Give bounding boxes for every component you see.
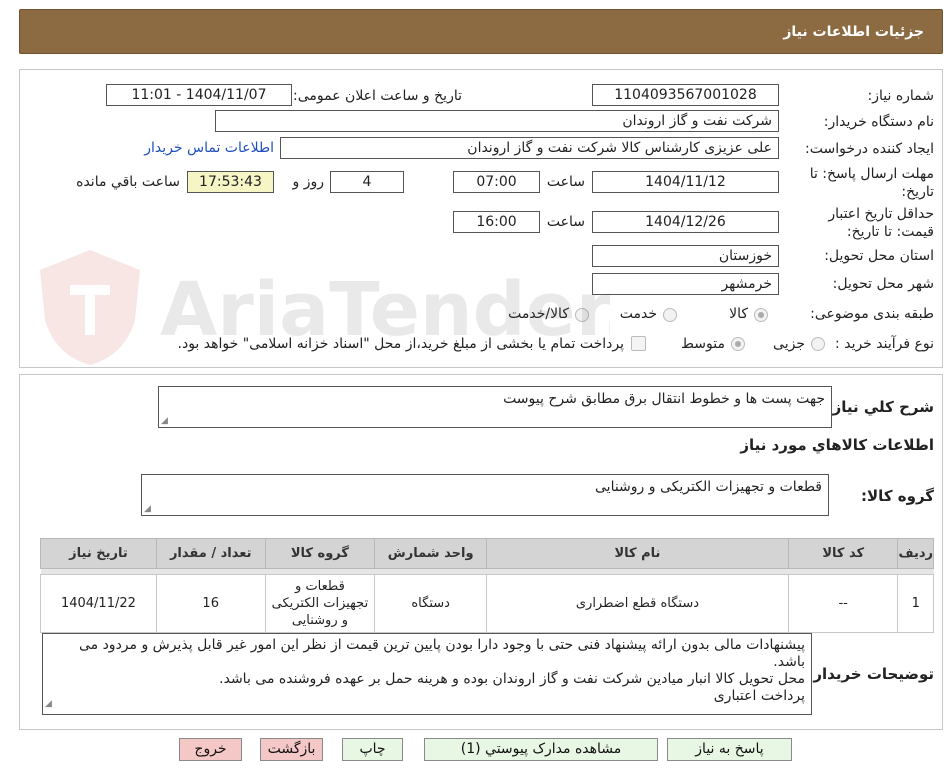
validity-time-label: ساعت [546,214,585,230]
buyer-notes-label: توضيحات خريدار: [807,665,934,683]
deadline-label-date: تاریخ: [901,184,934,200]
province-field: خوزستان [592,245,779,267]
requester-label: ایجاد کننده درخواست: [805,141,934,157]
deadline-time-field: 07:00 [453,171,540,193]
remaining-days-field: 4 [330,171,404,193]
view-attachments-button[interactable]: مشاهده مدارک پيوستي (1) [424,738,658,761]
col-header-quantity: تعداد / مقدار [155,538,266,569]
page-header: جزئیات اطلاعات نیاز [19,9,943,54]
deadline-label: مهلت ارسال پاسخ: تا [809,166,934,182]
reply-to-need-button[interactable]: پاسخ به نياز [667,738,792,761]
category-label: طبقه بندی موضوعی: [810,306,934,322]
col-header-goods-group: گروه کالا [264,538,376,569]
buyer-org-field: شرکت نفت و گاز اروندان [215,110,779,132]
process-radio-minor[interactable] [811,337,825,351]
province-label: استان محل تحویل: [824,248,934,264]
validity-date-field: 1404/12/26 [592,211,779,233]
remaining-time-field: 17:53:43 [187,171,274,193]
resize-grip-icon[interactable]: ◢ [144,504,151,514]
need-number-label: شماره نیاز: [867,88,935,104]
cell-quantity: 16 [155,574,266,633]
resize-grip-icon[interactable]: ◢ [45,696,52,713]
col-header-unit: واحد شمارش [374,538,488,569]
cell-goods-name: دستگاه قطع اضطراری [486,574,789,633]
process-option-medium: متوسط [681,336,725,352]
remaining-time-label: ساعت باقي مانده [76,174,180,190]
need-number-field: 1104093567001028 [592,84,779,106]
deadline-time-label: ساعت [546,174,585,190]
table-row: 1 -- دستگاه قطع اضطراری دستگاه قطعات و ت… [40,574,934,633]
goods-table: رديف کد کالا نام کالا واحد شمارش گروه کا… [40,538,934,633]
goods-info-title: اطلاعات کالاهاي مورد نياز [740,436,934,454]
validity-label: حداقل تاریخ اعتبار [828,206,934,222]
days-label: روز و [292,174,325,190]
category-radio-goods[interactable] [754,308,768,322]
col-header-row-number: رديف [897,538,934,569]
exit-button[interactable]: خروج [179,738,242,761]
cell-need-date: 1404/11/22 [40,574,157,633]
category-radio-service[interactable] [663,308,677,322]
buyer-note-line: پیشنهادات مالی بدون ارائه پیشنهاد فنی حت… [78,637,805,670]
buyer-notes-textarea[interactable]: پیشنهادات مالی بدون ارائه پیشنهاد فنی حت… [42,633,812,715]
summary-label: شرح کلي نياز: [826,398,934,416]
summary-textarea[interactable]: جهت پست ها و خطوط انتقال برق مطابق شرح پ… [158,386,832,428]
page-title: جزئیات اطلاعات نیاز [783,24,924,40]
treasury-checkbox[interactable] [631,336,646,351]
deadline-date-field: 1404/11/12 [592,171,779,193]
table-header-row: رديف کد کالا نام کالا واحد شمارش گروه کا… [40,538,934,569]
category-option-goods: کالا [729,306,748,322]
need-info-panel: شماره نیاز: 1104093567001028 تاریخ و ساع… [19,69,943,368]
col-header-goods-code: کد کالا [787,538,899,569]
summary-text: جهت پست ها و خطوط انتقال برق مطابق شرح پ… [503,391,825,407]
cell-unit: دستگاه [374,574,488,633]
buyer-org-label: نام دستگاه خریدار: [823,114,934,130]
cell-goods-code: -- [787,574,899,633]
cell-row-number: 1 [897,574,934,633]
city-field: خرمشهر [592,273,779,295]
validity-time-field: 16:00 [453,211,540,233]
treasury-note: پرداخت تمام یا بخشی از مبلغ خرید،از محل … [177,336,624,352]
col-header-need-date: تاريخ نياز [40,538,157,569]
print-button[interactable]: چاپ [342,738,403,761]
city-label: شهر محل تحویل: [832,276,934,292]
col-header-goods-name: نام کالا [486,538,789,569]
category-radio-goods-service[interactable] [575,308,589,322]
cell-goods-group: قطعات و تجهیزات الکتریکی و روشنایی [264,574,376,633]
buyer-note-line: محل تحویل کالا انبار میادین شرکت نفت و گ… [219,671,805,687]
validity-label-date: قیمت: تا تاریخ: [846,224,934,240]
need-details-panel: شرح کلي نياز: جهت پست ها و خطوط انتقال ب… [19,374,943,730]
back-button[interactable]: بازگشت [260,738,323,761]
buyer-note-line: پرداخت اعتباری [713,688,805,704]
announce-datetime-field: 1404/11/07 - 11:01 [106,84,292,106]
goods-group-textarea[interactable]: قطعات و تجهیزات الکتریکی و روشنایی ◢ [141,474,829,516]
category-option-service: خدمت [619,306,657,322]
goods-group-label: گروه کالا: [861,487,934,505]
process-radio-medium[interactable] [731,337,745,351]
process-option-minor: جزیی [773,336,805,352]
category-option-goods-service: کالا/خدمت [508,306,569,322]
process-type-label: نوع فرآیند خرید : [835,336,934,352]
requester-field: علی عزیزی کارشناس کالا شرکت نفت و گاز ار… [280,137,779,159]
goods-group-text: قطعات و تجهیزات الکتریکی و روشنایی [595,479,822,495]
buyer-contact-link[interactable]: اطلاعات تماس خریدار [144,140,274,156]
announce-datetime-label: تاریخ و ساعت اعلان عمومی: [293,88,462,104]
resize-grip-icon[interactable]: ◢ [161,416,168,426]
